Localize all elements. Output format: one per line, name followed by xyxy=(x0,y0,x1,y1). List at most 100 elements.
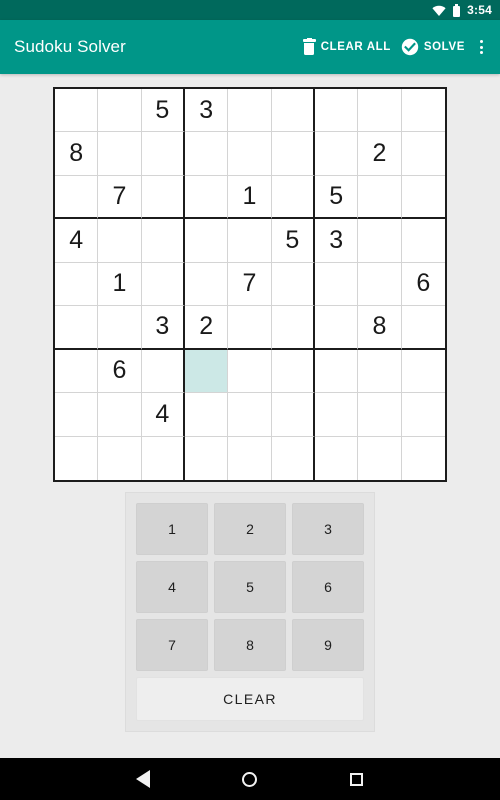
cell-r5-c3[interactable] xyxy=(141,262,185,307)
status-bar-time: 3:54 xyxy=(467,3,492,17)
cell-r8-c7[interactable] xyxy=(314,393,359,437)
cell-r3-c1[interactable] xyxy=(55,175,99,220)
cell-r2-c5[interactable] xyxy=(228,132,272,176)
cell-r8-c4[interactable] xyxy=(184,393,229,437)
cell-r4-c3[interactable] xyxy=(141,219,185,263)
cell-r8-c9[interactable] xyxy=(401,393,445,437)
cell-r3-c9[interactable] xyxy=(401,176,445,220)
cell-r9-c2[interactable] xyxy=(98,436,142,480)
cell-r3-c8[interactable] xyxy=(358,175,402,220)
cell-r4-c5[interactable] xyxy=(228,219,272,263)
cell-r7-c4[interactable] xyxy=(184,349,229,394)
cell-r5-c4[interactable] xyxy=(184,262,229,307)
pad-button-3[interactable]: 3 xyxy=(292,503,364,555)
more-vertical-icon[interactable] xyxy=(472,36,490,58)
cell-r6-c3[interactable]: 3 xyxy=(141,306,185,350)
cell-r4-c2[interactable] xyxy=(98,219,142,263)
cell-r8-c1[interactable] xyxy=(55,393,99,437)
cell-r5-c7[interactable] xyxy=(314,262,359,307)
cell-r9-c1[interactable] xyxy=(55,436,99,480)
cell-r2-c2[interactable] xyxy=(98,132,142,176)
cell-r6-c6[interactable] xyxy=(271,306,315,350)
cell-r2-c6[interactable] xyxy=(271,132,315,176)
cell-r3-c5[interactable]: 1 xyxy=(228,175,272,220)
cell-r7-c3[interactable] xyxy=(141,349,185,394)
cell-r3-c3[interactable] xyxy=(141,175,185,220)
pad-clear-button[interactable]: CLEAR xyxy=(136,677,364,721)
cell-r9-c6[interactable] xyxy=(272,436,315,480)
cell-r9-c9[interactable] xyxy=(402,437,445,480)
cell-r1-c2[interactable] xyxy=(98,89,142,133)
cell-r2-c7[interactable] xyxy=(314,132,359,176)
cell-r2-c9[interactable] xyxy=(401,132,445,176)
pad-button-6[interactable]: 6 xyxy=(292,561,364,613)
cell-r3-c6[interactable] xyxy=(271,175,315,220)
cell-r7-c7[interactable] xyxy=(314,349,359,394)
cell-r6-c9[interactable] xyxy=(401,306,445,350)
cell-r2-c1[interactable]: 8 xyxy=(55,132,99,176)
cell-r7-c1[interactable] xyxy=(55,349,99,394)
clear-all-button[interactable]: CLEAR ALL xyxy=(298,33,396,61)
cell-r3-c7[interactable]: 5 xyxy=(314,175,359,220)
sudoku-board[interactable]: 538271545317632864 xyxy=(53,87,447,482)
cell-r7-c2[interactable]: 6 xyxy=(98,349,142,394)
cell-r6-c5[interactable] xyxy=(228,306,272,350)
pad-button-1[interactable]: 1 xyxy=(136,503,208,555)
pad-button-4[interactable]: 4 xyxy=(136,561,208,613)
cell-r5-c6[interactable] xyxy=(271,262,315,307)
pad-button-5[interactable]: 5 xyxy=(214,561,286,613)
pad-button-8[interactable]: 8 xyxy=(214,619,286,671)
nav-recents-button[interactable] xyxy=(340,762,374,796)
cell-r9-c5[interactable] xyxy=(228,436,272,480)
cell-r9-c4[interactable] xyxy=(185,436,229,480)
cell-r5-c2[interactable]: 1 xyxy=(98,262,142,307)
cell-r4-c8[interactable] xyxy=(358,219,402,263)
cell-r5-c8[interactable] xyxy=(358,262,402,307)
cell-r5-c5[interactable]: 7 xyxy=(228,262,272,307)
cell-r6-c1[interactable] xyxy=(55,306,99,350)
cell-r6-c7[interactable] xyxy=(314,306,359,350)
cell-r1-c8[interactable] xyxy=(358,89,402,133)
solve-button[interactable]: SOLVE xyxy=(396,32,470,62)
cell-r9-c7[interactable] xyxy=(315,436,359,480)
cell-r6-c8[interactable]: 8 xyxy=(358,306,402,350)
cell-r3-c4[interactable] xyxy=(184,175,229,220)
cell-r9-c8[interactable] xyxy=(358,436,402,480)
cell-r8-c8[interactable] xyxy=(358,393,402,437)
cell-r7-c6[interactable] xyxy=(271,349,315,394)
nav-back-button[interactable] xyxy=(126,762,160,796)
cell-r6-c4[interactable]: 2 xyxy=(184,306,229,350)
cell-r2-c4[interactable] xyxy=(184,132,229,176)
cell-r1-c5[interactable] xyxy=(228,89,272,133)
cell-r4-c9[interactable] xyxy=(401,219,445,263)
pad-button-2[interactable]: 2 xyxy=(214,503,286,555)
cell-r2-c3[interactable] xyxy=(141,132,185,176)
cell-r9-c3[interactable] xyxy=(142,436,185,480)
cell-r8-c5[interactable] xyxy=(228,393,272,437)
pad-button-9[interactable]: 9 xyxy=(292,619,364,671)
cell-r1-c7[interactable] xyxy=(314,89,359,133)
cell-r7-c8[interactable] xyxy=(358,349,402,394)
cell-r1-c1[interactable] xyxy=(55,89,99,133)
cell-r5-c1[interactable] xyxy=(55,262,99,307)
nav-home-button[interactable] xyxy=(233,762,267,796)
cell-r1-c3[interactable]: 5 xyxy=(141,89,185,133)
cell-r1-c4[interactable]: 3 xyxy=(184,89,229,133)
cell-r7-c9[interactable] xyxy=(401,350,445,394)
cell-r3-c2[interactable]: 7 xyxy=(98,175,142,220)
cell-r4-c1[interactable]: 4 xyxy=(55,219,99,263)
cell-r4-c7[interactable]: 3 xyxy=(314,219,359,263)
cell-r1-c6[interactable] xyxy=(271,89,315,133)
cell-r6-c2[interactable] xyxy=(98,306,142,350)
cell-r5-c9[interactable]: 6 xyxy=(401,263,445,307)
cell-r8-c6[interactable] xyxy=(271,393,315,437)
cell-r1-c9[interactable] xyxy=(401,89,445,133)
cell-r4-c4[interactable] xyxy=(184,219,229,263)
pad-button-7[interactable]: 7 xyxy=(136,619,208,671)
cell-r7-c5[interactable] xyxy=(228,349,272,394)
cell-r8-c3[interactable]: 4 xyxy=(141,393,185,437)
cell-r2-c8[interactable]: 2 xyxy=(358,132,402,176)
status-bar: 3:54 xyxy=(0,0,500,20)
cell-r4-c6[interactable]: 5 xyxy=(271,219,315,263)
cell-r8-c2[interactable] xyxy=(98,393,142,437)
